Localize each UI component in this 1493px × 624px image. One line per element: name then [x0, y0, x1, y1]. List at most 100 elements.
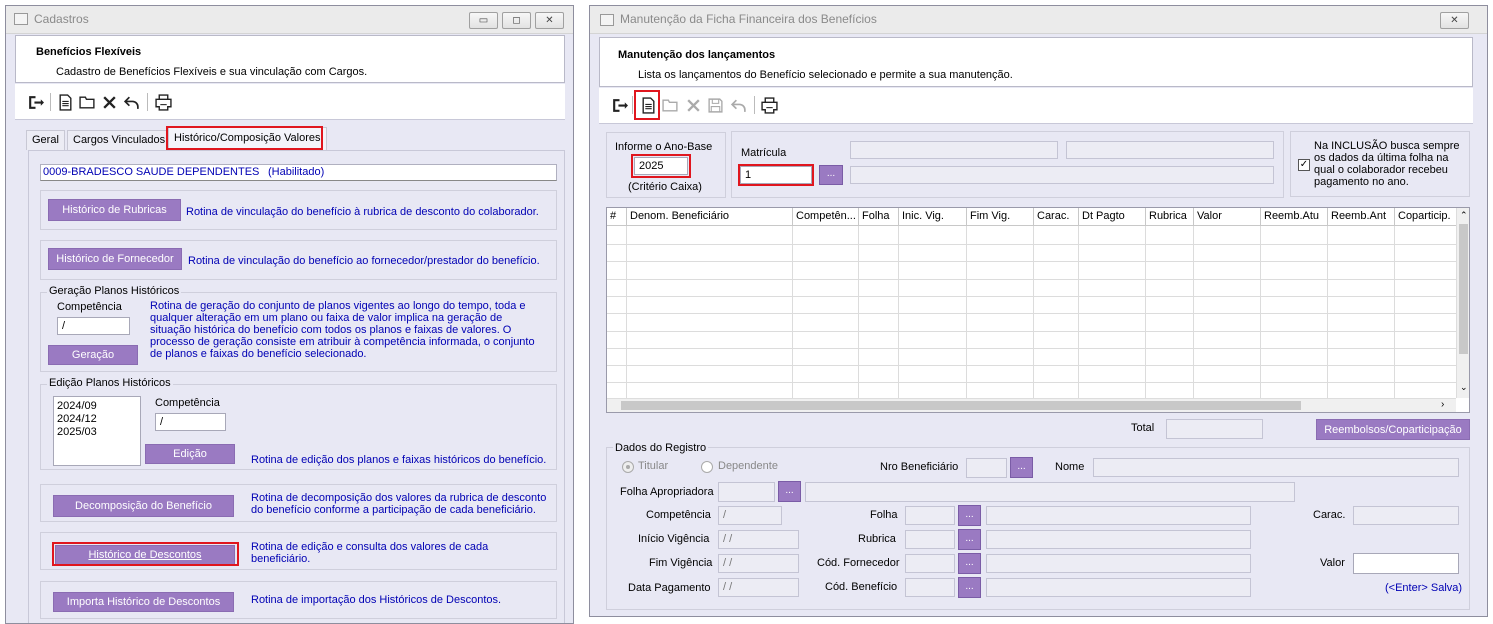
- col-header-folha[interactable]: Folha: [859, 208, 899, 226]
- print-icon[interactable]: [153, 92, 173, 112]
- rubrica-label: Rubrica: [858, 533, 896, 545]
- col-header-valor[interactable]: Valor: [1194, 208, 1261, 226]
- nome-input: [1093, 458, 1459, 477]
- inicio-vigencia-label: Início Vigência: [638, 533, 710, 545]
- col-header-carac[interactable]: Carac.: [1034, 208, 1079, 226]
- geracao-group-label: Geração Planos Históricos: [47, 285, 182, 297]
- minimize-button[interactable]: ▭: [469, 12, 498, 29]
- folha-apropriadora-lookup[interactable]: ...: [778, 481, 801, 502]
- list-item[interactable]: 2024/09: [57, 400, 140, 413]
- col-header-fim-vig[interactable]: Fim Vig.: [967, 208, 1034, 226]
- col-header-index[interactable]: #: [607, 208, 627, 226]
- rubrica-lookup[interactable]: ...: [958, 529, 981, 550]
- grid-row-line: [607, 365, 1456, 367]
- save-icon: [705, 95, 725, 115]
- inclusao-checkbox[interactable]: ✓: [1298, 159, 1310, 171]
- col-header-competencia[interactable]: Competên...: [793, 208, 859, 226]
- folha-apropriadora-desc: [805, 482, 1295, 502]
- historico-rubricas-button[interactable]: Histórico de Rubricas: [48, 199, 181, 221]
- beneficio-status: (Habilitado): [268, 166, 325, 178]
- grid-col-line: [626, 226, 627, 398]
- edicao-competencia-label: Competência: [155, 397, 220, 409]
- folha-desc: [986, 506, 1251, 525]
- scroll-up-icon[interactable]: ⌃: [1460, 210, 1468, 221]
- total-field: [1166, 419, 1263, 439]
- highlight-matricula: [738, 164, 814, 186]
- cod-fornecedor-lookup[interactable]: ...: [958, 553, 981, 574]
- historico-rubricas-desc: Rotina de vinculação do benefício à rubr…: [186, 206, 539, 218]
- col-header-reemb-ant[interactable]: Reemb.Ant: [1328, 208, 1395, 226]
- undo-icon[interactable]: [121, 92, 141, 112]
- list-item[interactable]: 2024/12: [57, 413, 140, 426]
- scroll-right-icon[interactable]: ›: [1441, 399, 1444, 410]
- edicao-button[interactable]: Edição: [145, 444, 235, 464]
- cadastros-titlebar[interactable]: Cadastros ▭ ◻ ✕: [6, 6, 573, 34]
- folha-lookup[interactable]: ...: [958, 505, 981, 526]
- cod-beneficio-label: Cód. Benefício: [825, 581, 898, 593]
- historico-fornecedor-button[interactable]: Histórico de Fornecedor: [48, 248, 182, 270]
- col-header-coparticip[interactable]: Coparticip.: [1395, 208, 1457, 226]
- col-header-rubrica[interactable]: Rubrica: [1146, 208, 1194, 226]
- toolbar-separator: [147, 93, 148, 111]
- cod-fornecedor-label: Cód. Fornecedor: [817, 557, 900, 569]
- scroll-thumb[interactable]: [1459, 224, 1468, 354]
- enter-salva-hint: (<Enter> Salva): [1385, 582, 1463, 594]
- importa-button[interactable]: Importa Histórico de Descontos: [53, 592, 234, 612]
- col-header-dt-pagto[interactable]: Dt Pagto: [1079, 208, 1146, 226]
- maximize-button[interactable]: ◻: [502, 12, 531, 29]
- grid-row-line: [607, 313, 1456, 315]
- col-header-reemb-atu[interactable]: Reemb.Atu: [1261, 208, 1328, 226]
- nro-beneficiario-lookup[interactable]: ...: [1010, 457, 1033, 478]
- close-button[interactable]: ✕: [535, 12, 564, 29]
- delete-icon[interactable]: [99, 92, 119, 112]
- geracao-button[interactable]: Geração: [48, 345, 138, 365]
- lancamentos-grid[interactable]: # Denom. Beneficiário Competên... Folha …: [606, 207, 1470, 413]
- col-header-inic-vig[interactable]: Inic. Vig.: [899, 208, 967, 226]
- matricula-lookup-button[interactable]: ...: [819, 165, 843, 185]
- cod-fornecedor-desc: [986, 554, 1251, 573]
- titular-label: Titular: [638, 460, 669, 472]
- grid-col-line: [898, 226, 899, 398]
- valor-input[interactable]: [1353, 553, 1459, 574]
- carac-label: Carac.: [1313, 509, 1346, 521]
- col-header-beneficiario[interactable]: Denom. Beneficiário: [627, 208, 793, 226]
- rubrica-input: [905, 530, 955, 549]
- geracao-competencia-input[interactable]: /: [57, 317, 130, 335]
- scroll-down-icon[interactable]: ⌄: [1460, 382, 1468, 393]
- reembolsos-button[interactable]: Reembolsos/Coparticipação: [1316, 419, 1470, 440]
- scroll-thumb[interactable]: [621, 401, 1301, 410]
- nro-beneficiario-label: Nro Beneficiário: [880, 461, 959, 473]
- inclusao-text: Na INCLUSÃO busca sempre os dados da últ…: [1314, 140, 1460, 188]
- grid-col-line: [858, 226, 859, 398]
- open-folder-icon[interactable]: [77, 92, 97, 112]
- close-button[interactable]: ✕: [1440, 12, 1469, 29]
- delete-icon: [683, 95, 703, 115]
- window-title: Manutenção da Ficha Financeira dos Benef…: [620, 12, 877, 26]
- exit-icon[interactable]: [609, 95, 629, 115]
- decomposicao-button[interactable]: Decomposição do Benefício: [53, 495, 234, 517]
- folha-input: [905, 506, 955, 525]
- nro-beneficiario-input: [966, 458, 1007, 478]
- vertical-scrollbar[interactable]: ⌃ ⌄: [1456, 208, 1469, 398]
- horizontal-scrollbar[interactable]: ›: [607, 398, 1456, 412]
- toolbar-separator: [754, 96, 755, 114]
- tab-geral[interactable]: Geral: [26, 130, 65, 150]
- print-icon[interactable]: [759, 95, 779, 115]
- valor-label: Valor: [1320, 557, 1345, 569]
- competencia-list[interactable]: 2024/09 2024/12 2025/03: [53, 396, 141, 466]
- list-item[interactable]: 2025/03: [57, 426, 140, 439]
- rubrica-desc: [986, 530, 1251, 549]
- grid-row-line: [607, 278, 1456, 280]
- open-folder-icon: [660, 95, 680, 115]
- folha-apropriadora-input: [718, 482, 775, 502]
- edicao-competencia-input[interactable]: /: [155, 413, 226, 431]
- exit-icon[interactable]: [25, 92, 45, 112]
- tab-cargos-vinculados[interactable]: Cargos Vinculados: [67, 130, 172, 150]
- carac-input: [1353, 506, 1459, 525]
- cadastros-toolbar: [15, 84, 565, 120]
- cod-beneficio-lookup[interactable]: ...: [958, 577, 981, 598]
- manutencao-titlebar[interactable]: Manutenção da Ficha Financeira dos Benef…: [590, 6, 1487, 34]
- new-document-icon[interactable]: [55, 92, 75, 112]
- grid-row-line: [607, 382, 1456, 384]
- highlight-new-button: [634, 90, 660, 120]
